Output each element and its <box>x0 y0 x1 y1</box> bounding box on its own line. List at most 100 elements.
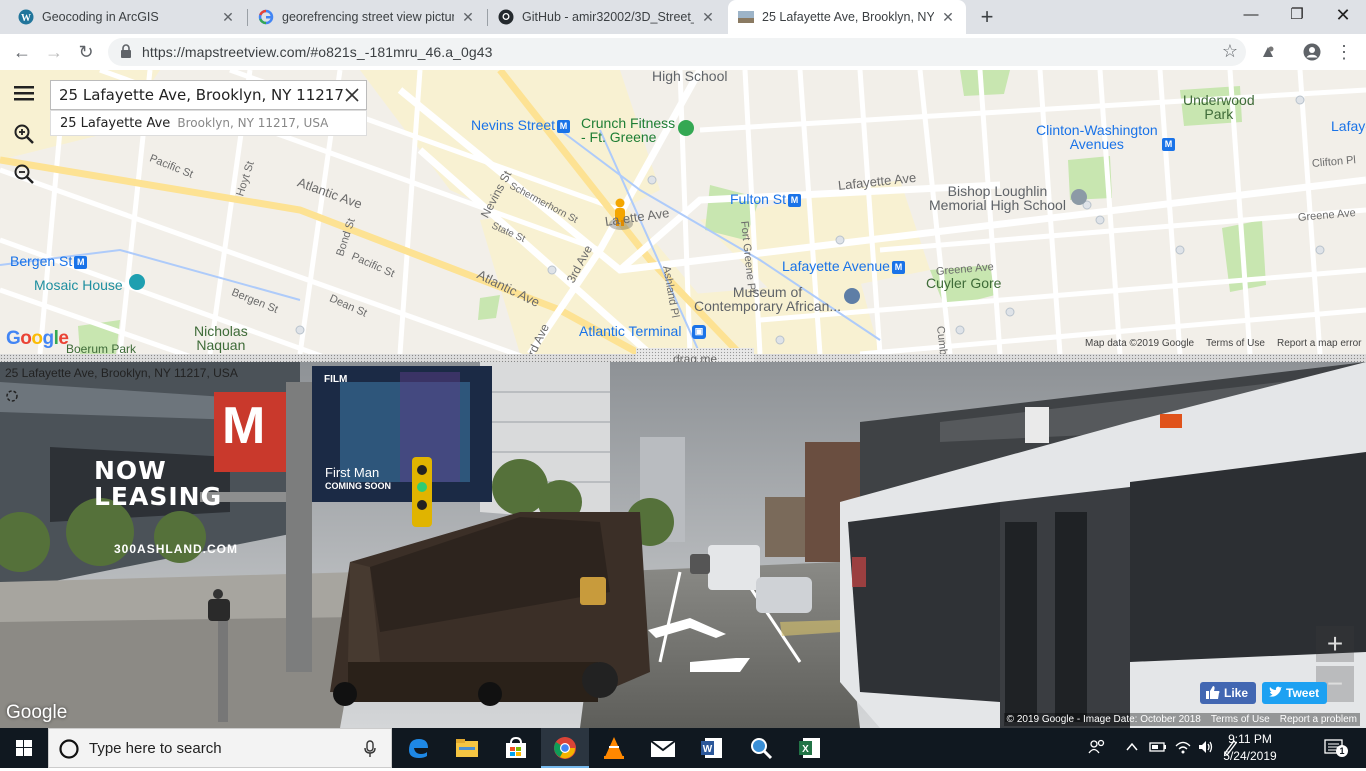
forward-button[interactable]: → <box>40 38 68 66</box>
place-mosaic-house[interactable]: Mosaic House <box>34 277 123 293</box>
place-nicholas-naquan[interactable]: Nicholas Naquan <box>194 324 248 352</box>
zoom-in-icon[interactable] <box>12 122 36 146</box>
start-button[interactable] <box>0 728 48 768</box>
place-crunch-fitness[interactable]: Crunch Fitness - Ft. Greene <box>581 116 675 144</box>
tab-georefrencing[interactable]: georefrencing street view picture ✕ <box>248 0 486 34</box>
hamburger-menu-icon[interactable] <box>14 86 34 102</box>
menu-kebab-icon[interactable]: ⋮ <box>1330 38 1358 66</box>
place-bishop-loughlin[interactable]: Bishop Loughlin Memorial High School <box>929 184 1066 212</box>
action-center-icon[interactable]: 1 <box>1324 737 1348 762</box>
edge-icon[interactable] <box>394 728 442 768</box>
logo-letter: e <box>58 328 69 349</box>
hotel-icon[interactable] <box>129 274 145 290</box>
google-logo[interactable]: Google <box>6 328 69 350</box>
school-icon[interactable] <box>1071 189 1087 205</box>
location-search-box[interactable] <box>50 80 367 110</box>
close-icon[interactable]: ✕ <box>700 9 716 26</box>
mail-icon[interactable] <box>639 728 687 768</box>
google-logo[interactable]: Google <box>6 702 67 724</box>
close-window-button[interactable]: ✕ <box>1320 0 1366 32</box>
twitter-bird-icon <box>1269 686 1282 697</box>
sv-report-link[interactable]: Report a problem <box>1280 714 1357 725</box>
location-search-input[interactable] <box>51 81 353 109</box>
facebook-like-button[interactable]: Like <box>1200 682 1257 704</box>
place-lafayette-station-partial[interactable]: Lafaye <box>1331 118 1366 134</box>
close-icon[interactable]: ✕ <box>940 9 956 26</box>
tab-title: 25 Lafayette Ave, Brooklyn, NY 1 <box>762 10 934 24</box>
tab-title: Geocoding in ArcGIS <box>42 10 159 24</box>
battery-icon[interactable] <box>1149 738 1167 759</box>
place-museum[interactable]: Museum of Contemporary African... <box>694 285 841 313</box>
close-icon[interactable]: ✕ <box>220 9 236 26</box>
new-tab-button[interactable]: + <box>975 3 999 31</box>
volume-icon[interactable] <box>1197 738 1215 759</box>
street-view-panel[interactable]: NOW LEASING 300ASHLAND.COM FILM First Ma… <box>0 362 1366 728</box>
map-terms-link[interactable]: Terms of Use <box>1206 338 1265 349</box>
metro-sign-letter: M <box>222 397 266 455</box>
svg-text:W: W <box>21 13 31 24</box>
tab-github[interactable]: GitHub - amir32002/3D_Street_V ✕ <box>488 0 726 34</box>
tab-strip: W Geocoding in ArcGIS ✕ georefrencing st… <box>0 0 1366 34</box>
windows-logo-icon <box>16 740 32 756</box>
vlc-icon[interactable] <box>590 728 638 768</box>
logo-letter: o <box>31 328 43 349</box>
suggestion-main: 25 Lafayette Ave <box>60 116 171 131</box>
clock-time: 9:11 PM <box>1228 732 1272 746</box>
place-atlantic-terminal[interactable]: Atlantic Terminal <box>579 323 681 339</box>
taskbar-search-box[interactable]: Type here to search <box>48 728 392 768</box>
github-icon <box>498 9 514 25</box>
place-lafayette-avenue-station[interactable]: Lafayette Avenue M <box>782 258 905 274</box>
gym-icon[interactable] <box>678 120 694 136</box>
tweet-label: Tweet <box>1286 686 1320 700</box>
search-app-icon[interactable] <box>737 728 785 768</box>
street-view-address: 25 Lafayette Ave, Brooklyn, NY 11217, US… <box>5 366 238 380</box>
tab-streetview[interactable]: 25 Lafayette Ave, Brooklyn, NY 1 ✕ <box>728 0 966 34</box>
svg-text:X: X <box>802 744 809 755</box>
people-icon[interactable] <box>1088 738 1106 759</box>
url-text[interactable]: https://mapstreetview.com/#o821s_-181mru… <box>142 44 493 60</box>
close-icon[interactable]: ✕ <box>460 9 476 26</box>
place-clinton-washington-station[interactable]: Clinton-Washington Avenues <box>1036 123 1158 151</box>
metro-icon: M <box>788 194 802 207</box>
zoom-out-icon[interactable] <box>12 162 36 186</box>
clear-search-icon[interactable] <box>342 85 362 105</box>
place-underwood-park[interactable]: Underwood Park <box>1183 93 1255 121</box>
place-boerum-park[interactable]: Boerum Park <box>66 342 136 354</box>
sv-zoom-in-button[interactable]: + <box>1316 626 1354 662</box>
file-explorer-icon[interactable] <box>443 728 491 768</box>
minimize-button[interactable]: — <box>1228 0 1274 32</box>
map-attribution: Map data ©2019 Google <box>1085 338 1195 349</box>
tab-geocoding[interactable]: W Geocoding in ArcGIS ✕ <box>8 0 246 34</box>
address-bar[interactable]: https://mapstreetview.com/#o821s_-181mru… <box>108 38 1246 66</box>
museum-icon[interactable] <box>844 288 860 304</box>
place-bergen-st-station[interactable]: Bergen St M <box>10 253 88 269</box>
like-label: Like <box>1224 686 1249 700</box>
search-suggestion[interactable]: 25 Lafayette Ave Brooklyn, NY 11217, USA <box>50 110 367 136</box>
chrome-icon[interactable] <box>541 728 589 768</box>
street-view-footer: © 2019 Google - Image Date: October 2018… <box>1003 713 1360 726</box>
bookmark-star-icon[interactable]: ☆ <box>1222 41 1238 62</box>
show-hidden-icons-chevron-icon[interactable] <box>1125 738 1139 759</box>
profile-avatar-icon[interactable] <box>1298 38 1326 66</box>
place-nevins-street-station[interactable]: Nevins Street M <box>471 117 571 133</box>
station-name: Clinton-Washington Avenues <box>1036 122 1158 152</box>
place-high-school[interactable]: High School <box>652 70 728 84</box>
extension-icon[interactable] <box>1254 38 1282 66</box>
sv-terms-link[interactable]: Terms of Use <box>1211 714 1270 725</box>
place-fulton-st-station[interactable]: Fulton St M <box>730 191 802 207</box>
logo-letter: G <box>6 328 21 349</box>
tweet-button[interactable]: Tweet <box>1262 682 1328 704</box>
store-icon[interactable] <box>492 728 540 768</box>
reload-button[interactable]: ↻ <box>72 38 100 66</box>
tab-title: georefrencing street view picture <box>282 10 454 24</box>
map-report-link[interactable]: Report a map error <box>1277 338 1361 349</box>
back-button[interactable]: ← <box>8 38 36 66</box>
map-panel[interactable]: High School Nevins Street M Crunch Fitnes… <box>0 70 1366 354</box>
excel-icon[interactable]: X <box>786 728 834 768</box>
windows-taskbar: Type here to search W X 9:11 PM 5/24/201… <box>0 728 1366 768</box>
wifi-icon[interactable] <box>1174 738 1192 759</box>
restore-button[interactable]: ❐ <box>1274 0 1320 32</box>
microphone-icon[interactable] <box>363 740 377 758</box>
system-clock[interactable]: 9:11 PM 5/24/2019 <box>1215 731 1285 765</box>
word-icon[interactable]: W <box>688 728 736 768</box>
